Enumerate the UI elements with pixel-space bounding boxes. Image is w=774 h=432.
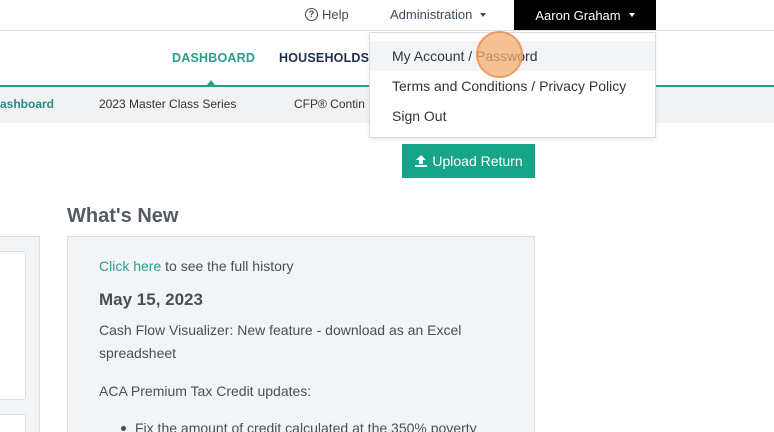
nav-households[interactable]: HOUSEHOLDS bbox=[279, 51, 369, 65]
caret-down-icon bbox=[628, 13, 635, 17]
question-circle-icon: ? bbox=[305, 8, 318, 21]
subnav-dashboard[interactable]: ashboard bbox=[0, 97, 54, 111]
history-link-suffix: to see the full history bbox=[161, 258, 294, 274]
history-link[interactable]: Click here bbox=[99, 258, 161, 274]
active-nav-indicator bbox=[207, 80, 215, 85]
help-link[interactable]: ? Help bbox=[305, 0, 349, 29]
upload-return-button[interactable]: Upload Return bbox=[402, 144, 535, 178]
caret-down-icon bbox=[480, 12, 487, 17]
user-menu-button[interactable]: Aaron Graham bbox=[514, 0, 656, 30]
subnav-cfp[interactable]: CFP® Contin bbox=[294, 97, 365, 111]
update-date: May 15, 2023 bbox=[99, 290, 203, 309]
update-text: ACA Premium Tax Credit updates: bbox=[99, 383, 312, 399]
nav-dashboard[interactable]: DASHBOARD bbox=[172, 51, 255, 65]
upload-return-label: Upload Return bbox=[432, 153, 523, 169]
update-text: Cash Flow Visualizer: New feature - down… bbox=[99, 322, 462, 338]
menu-item-terms-privacy[interactable]: Terms and Conditions / Privacy Policy bbox=[370, 71, 655, 101]
top-bar: ? Help Administration Aaron Graham bbox=[0, 0, 774, 31]
update-text: spreadsheet bbox=[99, 345, 177, 361]
history-line: Click here to see the full history bbox=[99, 258, 294, 274]
left-card bbox=[0, 414, 26, 432]
left-card bbox=[0, 251, 26, 400]
administration-menu[interactable]: Administration bbox=[390, 0, 487, 29]
user-name: Aaron Graham bbox=[535, 7, 621, 23]
help-label: Help bbox=[322, 7, 349, 22]
upload-icon bbox=[415, 155, 428, 167]
subnav-master-class[interactable]: 2023 Master Class Series bbox=[99, 97, 236, 111]
menu-item-sign-out[interactable]: Sign Out bbox=[370, 101, 655, 131]
menu-item-my-account[interactable]: My Account / Password bbox=[370, 41, 655, 71]
whats-new-heading: What's New bbox=[67, 205, 179, 227]
administration-label: Administration bbox=[390, 7, 473, 22]
update-bullet: Fix the amount of credit calculated at t… bbox=[121, 420, 477, 432]
user-dropdown-menu: My Account / Password Terms and Conditio… bbox=[369, 32, 656, 138]
